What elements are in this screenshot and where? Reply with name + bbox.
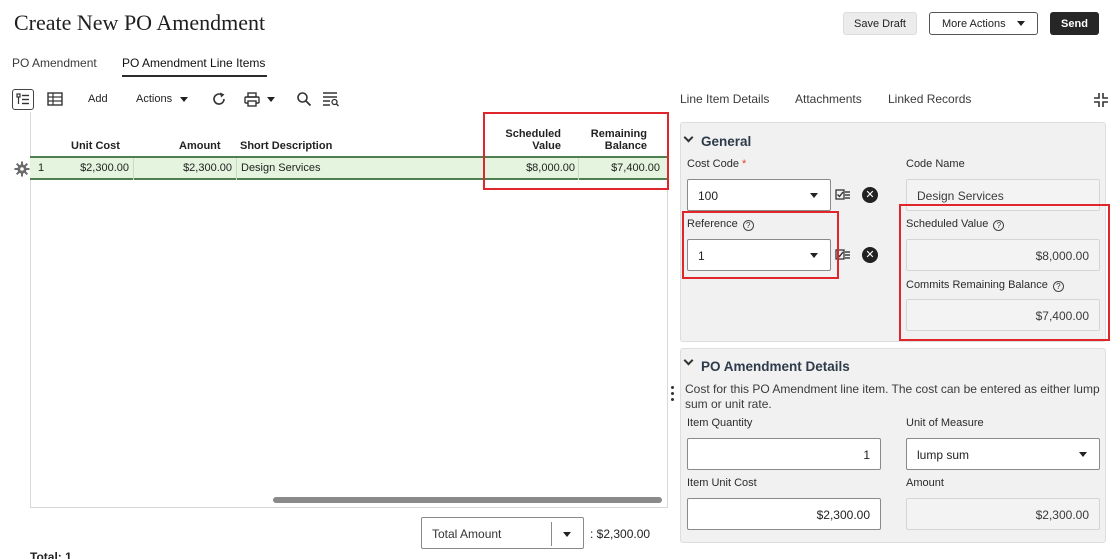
cost-code-select[interactable]: 100: [687, 179, 831, 211]
collapse-panel-button[interactable]: [1093, 92, 1109, 108]
chevron-down-icon: [267, 96, 275, 102]
chevron-down-icon: [563, 532, 571, 537]
more-actions-label: More Actions: [942, 17, 1006, 30]
cell-unit-cost[interactable]: $2,300.00: [60, 162, 129, 174]
item-quantity-input[interactable]: 1: [687, 438, 881, 470]
chevron-down-icon: [810, 193, 818, 198]
total-amount-value: : $2,300.00: [590, 527, 651, 541]
search-icon: [297, 92, 312, 107]
row-number: 1: [38, 162, 45, 174]
tab-po-amendment-line-items[interactable]: PO Amendment Line Items: [122, 56, 265, 70]
total-type-value: Total Amount: [432, 527, 502, 541]
item-unit-cost-input[interactable]: $2,300.00: [687, 498, 881, 530]
filter-list-icon: [323, 92, 339, 107]
refresh-icon: [213, 92, 225, 105]
column-header-short-description[interactable]: Short Description: [240, 140, 332, 152]
total-count: Total: 1: [30, 550, 72, 559]
tab-linked-records[interactable]: Linked Records: [888, 92, 971, 106]
chevron-down-icon: [1017, 21, 1025, 26]
close-icon: ✕: [865, 248, 875, 261]
amount-value: $2,300.00: [1035, 508, 1089, 522]
cost-code-label: Cost Code *: [687, 158, 746, 170]
select-divider: [551, 522, 552, 546]
code-name-label: Code Name: [906, 158, 965, 170]
highlight-box-reference: [682, 211, 839, 279]
amount-label: Amount: [906, 477, 944, 489]
grid-view-icon: [47, 92, 63, 106]
item-quantity-value: 1: [863, 448, 870, 462]
tab-po-amendment[interactable]: PO Amendment: [12, 56, 97, 70]
item-unit-cost-value: $2,300.00: [816, 508, 870, 522]
row-settings-button[interactable]: [14, 161, 30, 177]
close-icon: ✕: [865, 188, 875, 201]
horizontal-scrollbar[interactable]: [273, 497, 662, 503]
filter-button[interactable]: [322, 89, 340, 109]
clear-cost-code-button[interactable]: ✕: [862, 187, 878, 203]
collapse-icon: [1094, 93, 1108, 107]
tab-line-item-details[interactable]: Line Item Details: [680, 92, 769, 106]
column-divider: [236, 158, 237, 180]
more-actions-button[interactable]: More Actions: [929, 12, 1038, 35]
cost-code-lookup-button[interactable]: [835, 188, 851, 202]
add-button[interactable]: Add: [88, 89, 108, 109]
chevron-down-icon: [180, 96, 189, 102]
general-section-title[interactable]: General: [701, 134, 751, 149]
print-button[interactable]: [244, 89, 275, 109]
checklist-icon: [835, 189, 850, 200]
po-amendment-details-title[interactable]: PO Amendment Details: [701, 359, 850, 374]
list-view-toggle[interactable]: [12, 89, 34, 110]
cell-amount[interactable]: $2,300.00: [160, 162, 232, 174]
list-view-icon: [16, 93, 29, 105]
highlight-box-grid-columns: [483, 112, 669, 190]
highlight-box-scheduled-remaining: [899, 204, 1110, 341]
send-button[interactable]: Send: [1050, 12, 1099, 35]
search-button[interactable]: [296, 89, 312, 109]
unit-of-measure-label: Unit of Measure: [906, 417, 984, 429]
gear-icon: [14, 161, 30, 177]
column-header-unit-cost[interactable]: Unit Cost: [71, 140, 120, 152]
tab-attachments[interactable]: Attachments: [795, 92, 862, 106]
cost-code-value: 100: [698, 189, 719, 203]
cell-short-description[interactable]: Design Services: [241, 162, 320, 174]
actions-label: Actions: [136, 93, 173, 105]
unit-of-measure-select[interactable]: lump sum: [906, 438, 1100, 470]
unit-of-measure-value: lump sum: [917, 448, 970, 462]
clear-reference-button[interactable]: ✕: [862, 247, 878, 263]
code-name-value: Design Services: [917, 189, 1004, 203]
panel-resize-handle[interactable]: [671, 386, 675, 402]
item-quantity-label: Item Quantity: [687, 417, 753, 429]
active-tab-indicator: [122, 75, 267, 77]
save-draft-button[interactable]: Save Draft: [843, 12, 917, 35]
refresh-button[interactable]: [211, 89, 227, 109]
page-title: Create New PO Amendment: [14, 10, 266, 35]
total-type-select[interactable]: Total Amount: [421, 517, 584, 549]
grid-view-button[interactable]: [47, 89, 63, 109]
po-amendment-details-description: Cost for this PO Amendment line item. Th…: [685, 382, 1100, 411]
chevron-down-icon: [1079, 452, 1087, 457]
actions-menu-button[interactable]: Actions: [136, 89, 189, 109]
item-unit-cost-label: Item Unit Cost: [687, 477, 757, 489]
amount-field: $2,300.00: [906, 498, 1100, 530]
column-header-amount[interactable]: Amount: [179, 140, 221, 152]
print-icon: [244, 91, 260, 107]
required-indicator: *: [741, 158, 747, 170]
column-divider: [133, 158, 134, 180]
cost-code-label-text: Cost Code: [687, 158, 739, 170]
